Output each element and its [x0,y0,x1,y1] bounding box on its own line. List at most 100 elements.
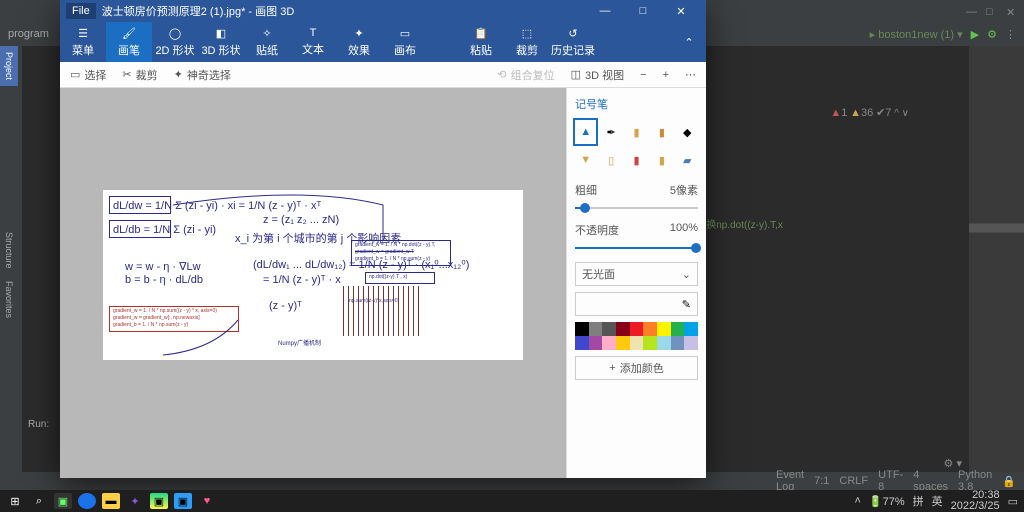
tool-3dview[interactable]: ◫ 3D 视图 [571,67,625,83]
eyedropper-icon: ✎ [682,298,691,311]
debug-icon[interactable]: ⚙ [987,28,997,41]
brush-spray[interactable]: ▮ [651,148,672,172]
ide-max-icon[interactable]: □ [986,6,996,16]
lang-indicator[interactable]: 英 [932,493,943,509]
color-swatch[interactable] [589,336,603,350]
sidebar-tab-project[interactable]: Project [0,46,18,86]
maximize-icon[interactable]: □ [624,0,662,22]
color-swatch[interactable] [643,336,657,350]
tray-expand-icon[interactable]: ˄ [854,495,860,507]
tool-crop[interactable]: ✂ 裁剪 [122,67,157,83]
color-swatch[interactable] [575,336,589,350]
add-color-button[interactable]: + 添加颜色 [575,356,698,380]
brush-crayon[interactable]: ▮ [626,148,647,172]
paint3d-titlebar[interactable]: File 波士顿房价预测原理2 (1).jpg* - 画图 3D — □ ✕ [60,0,706,22]
brush-calligraphy[interactable]: ✒ [600,120,621,144]
brush-marker[interactable]: ▲ [575,120,596,144]
brush-pencil[interactable]: ▼ [575,148,596,172]
brush-watercolor[interactable]: ▮ [651,120,672,144]
palette [575,322,698,350]
project-label: program [8,28,49,40]
store-icon[interactable]: ✦ [126,493,144,509]
material-select[interactable]: 无光面⌄ [575,262,698,286]
thickness-slider[interactable] [575,200,698,216]
ribbon-stickers[interactable]: ✧贴纸 [244,22,290,62]
ide-min-icon[interactable]: — [966,6,976,16]
more-icon[interactable]: ⋯ [685,68,696,81]
explorer-icon[interactable]: ▬ [102,493,120,509]
brush-pixel[interactable]: ◆ [677,120,698,144]
run-panel-label[interactable]: Run: [28,419,49,430]
color-swatch[interactable] [684,336,698,350]
color-swatch[interactable] [602,322,616,336]
more-run-icon[interactable]: ⋮ [1005,28,1016,41]
sidebar-tab-favorites[interactable]: Favorites [0,275,18,324]
minimap[interactable] [969,46,1024,490]
ribbon-crop[interactable]: ⬚裁剪 [504,22,550,62]
color-swatch[interactable] [657,336,671,350]
battery-icon[interactable]: 🔋77% [869,495,905,508]
notifications-icon[interactable]: ▭ [1008,495,1018,508]
tool-magic-select[interactable]: ✦ 神奇选择 [174,67,231,83]
ribbon-history[interactable]: ↺历史记录 [550,22,596,62]
ribbon-canvas[interactable]: ▭画布 [382,22,428,62]
color-swatch[interactable] [602,336,616,350]
color-swatch[interactable] [671,336,685,350]
inspection-summary[interactable]: ▲1 ▲36 ✔7 ^ ∨ [830,106,909,119]
color-swatch[interactable] [657,322,671,336]
brush-grid: ▲ ✒ ▮ ▮ ◆ ▼ ▯ ▮ ▮ ▰ [575,120,698,172]
edge-icon[interactable] [78,493,96,509]
caret-pos[interactable]: 7:1 [814,475,829,487]
ribbon-3d[interactable]: ◧3D 形状 [198,22,244,62]
ribbon-brushes[interactable]: 🖌画笔 [106,22,152,62]
zoom-in-icon[interactable]: + [663,69,669,81]
brush-oil[interactable]: ▮ [626,120,647,144]
lock-icon[interactable]: 🔒 [1002,475,1016,488]
opacity-value[interactable]: 100% [670,222,698,238]
opacity-slider[interactable] [575,240,698,256]
taskbar[interactable]: ⊞ ⌕ ▣ ▬ ✦ ▣ ▣ ♥ ˄ 🔋77% 拼 英 20:382022/3/2… [0,490,1024,512]
app-icon-1[interactable]: ▣ [174,493,192,509]
ide-left-gutter: Project Structure Favorites [0,46,22,490]
close-icon[interactable]: ✕ [662,0,700,22]
document-image: dL/dw = 1/N Σ (zi - yi) · xi = 1/N (z - … [103,190,523,360]
ribbon-menu[interactable]: ☰菜单 [60,22,106,62]
line-sep[interactable]: CRLF [839,475,868,487]
run-icon[interactable]: ▶ [971,28,979,41]
ide-close-icon[interactable]: ✕ [1006,6,1016,16]
ribbon-text[interactable]: T文本 [290,22,336,62]
canvas-area[interactable]: dL/dw = 1/N Σ (zi - yi) · xi = 1/N (z - … [60,88,566,478]
window-title: 波士顿房价预测原理2 (1).jpg* - 画图 3D [102,3,586,19]
color-swatch[interactable] [616,322,630,336]
clock[interactable]: 20:382022/3/25 [951,490,1000,512]
thickness-value[interactable]: 5像素 [670,182,698,198]
brush-eraser[interactable]: ▯ [600,148,621,172]
ribbon-expand-icon[interactable]: ⌃ [672,22,706,62]
sidebar-tab-structure[interactable]: Structure [0,226,18,275]
color-swatch[interactable] [589,322,603,336]
color-swatch[interactable] [630,336,644,350]
file-menu[interactable]: File [66,3,96,19]
zoom-out-icon[interactable]: − [640,69,646,81]
brush-fill[interactable]: ▰ [677,148,698,172]
terminal-icon[interactable]: ▣ [54,493,72,509]
tool-select[interactable]: ▭ 选择 [70,67,106,83]
color-swatch[interactable] [575,322,589,336]
app-icon-2[interactable]: ♥ [198,493,216,509]
ribbon-paste[interactable]: 📋粘贴 [458,22,504,62]
color-swatch[interactable] [671,322,685,336]
paint3d-window: File 波士顿房价预测原理2 (1).jpg* - 画图 3D — □ ✕ ☰… [60,0,706,478]
start-icon[interactable]: ⊞ [6,493,24,509]
pycharm-icon[interactable]: ▣ [150,493,168,509]
ribbon-effects[interactable]: ✦效果 [336,22,382,62]
ribbon-2d[interactable]: ◯2D 形状 [152,22,198,62]
ime-indicator[interactable]: 拼 [913,493,924,509]
run-config[interactable]: ▸ boston1new (1) ▾ [870,28,963,41]
color-swatch[interactable] [643,322,657,336]
minimize-icon[interactable]: — [586,0,624,22]
color-swatch[interactable] [630,322,644,336]
color-swatch[interactable] [616,336,630,350]
current-color[interactable]: ✎ [575,292,698,316]
color-swatch[interactable] [684,322,698,336]
search-icon[interactable]: ⌕ [30,493,48,509]
